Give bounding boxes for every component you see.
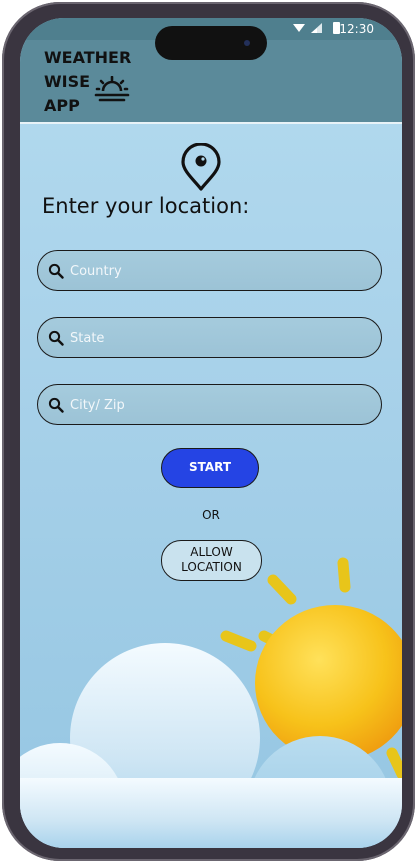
city-zip-input[interactable]: [70, 393, 370, 417]
weather-illustration: [20, 557, 402, 848]
status-time: 12:30: [339, 22, 374, 36]
start-button[interactable]: START: [161, 448, 259, 488]
search-icon: [48, 397, 64, 413]
phone-frame: 12:30 WEATHER WISE APP Enter your locati…: [2, 2, 415, 861]
state-input[interactable]: [70, 326, 370, 350]
location-pin-icon: [181, 143, 221, 191]
location-prompt: Enter your location:: [42, 194, 250, 218]
signal-icon: [311, 23, 322, 33]
wifi-icon: [293, 24, 305, 32]
or-separator: OR: [202, 508, 220, 522]
app-screen: 12:30 WEATHER WISE APP Enter your locati…: [20, 18, 402, 848]
camera-notch: [155, 26, 267, 60]
search-icon: [48, 330, 64, 346]
state-field[interactable]: [37, 317, 382, 358]
sunrise-icon: [94, 76, 130, 102]
country-input[interactable]: [70, 259, 370, 283]
camera-lens: [244, 40, 250, 46]
app-header: 12:30 WEATHER WISE APP: [20, 18, 402, 124]
search-icon: [48, 263, 64, 279]
city-zip-field[interactable]: [37, 384, 382, 425]
country-field[interactable]: [37, 250, 382, 291]
app-title-line: WEATHER: [44, 48, 132, 67]
